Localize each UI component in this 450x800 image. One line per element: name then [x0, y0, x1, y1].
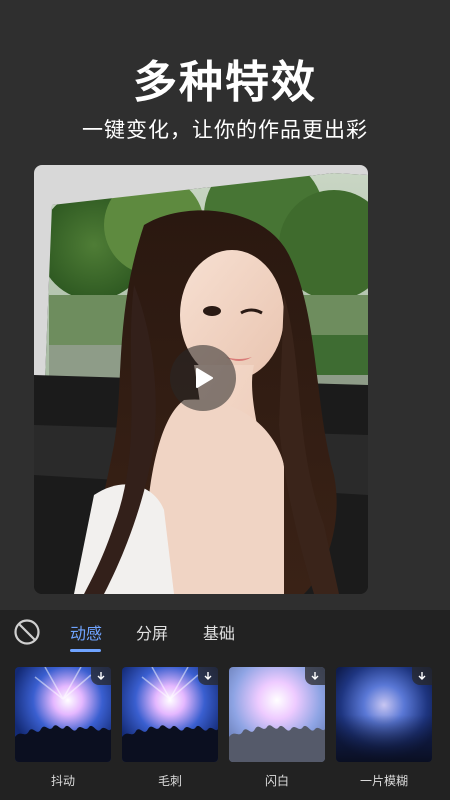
- effect-item-shake[interactable]: 抖动: [15, 667, 111, 789]
- effect-thumbnail: [229, 667, 325, 762]
- promo-title: 多种特效: [133, 57, 317, 108]
- download-badge: [91, 667, 111, 685]
- download-icon: [418, 672, 426, 680]
- download-badge: [198, 667, 218, 685]
- play-icon: [196, 368, 213, 388]
- download-icon: [311, 672, 319, 680]
- effect-label: 闪白: [264, 774, 289, 788]
- video-preview[interactable]: [34, 165, 368, 594]
- effect-thumbnail: [15, 667, 111, 762]
- download-icon: [97, 672, 105, 680]
- play-button[interactable]: [170, 345, 236, 411]
- no-effect-icon[interactable]: [13, 618, 41, 646]
- active-tab-indicator: [70, 649, 101, 652]
- effect-label: 一片模糊: [359, 774, 408, 788]
- tab-dynamic[interactable]: 动感: [70, 620, 102, 644]
- effect-label: 毛刺: [157, 774, 182, 788]
- effect-thumbnail: [122, 667, 218, 762]
- tab-basic[interactable]: 基础: [203, 620, 235, 644]
- effect-label: 抖动: [50, 774, 75, 788]
- download-badge: [305, 667, 325, 685]
- effect-item-flash-white[interactable]: 闪白: [229, 667, 325, 789]
- promo-subtitle: 一键变化，让你的作品更出彩: [82, 118, 368, 142]
- effect-item-glitch[interactable]: 毛刺: [122, 667, 218, 789]
- tab-split-screen[interactable]: 分屏: [136, 620, 168, 644]
- download-badge: [412, 667, 432, 685]
- effect-item-blur[interactable]: 一片模糊: [336, 667, 432, 789]
- effect-thumbnail: [336, 667, 432, 762]
- download-icon: [204, 672, 212, 680]
